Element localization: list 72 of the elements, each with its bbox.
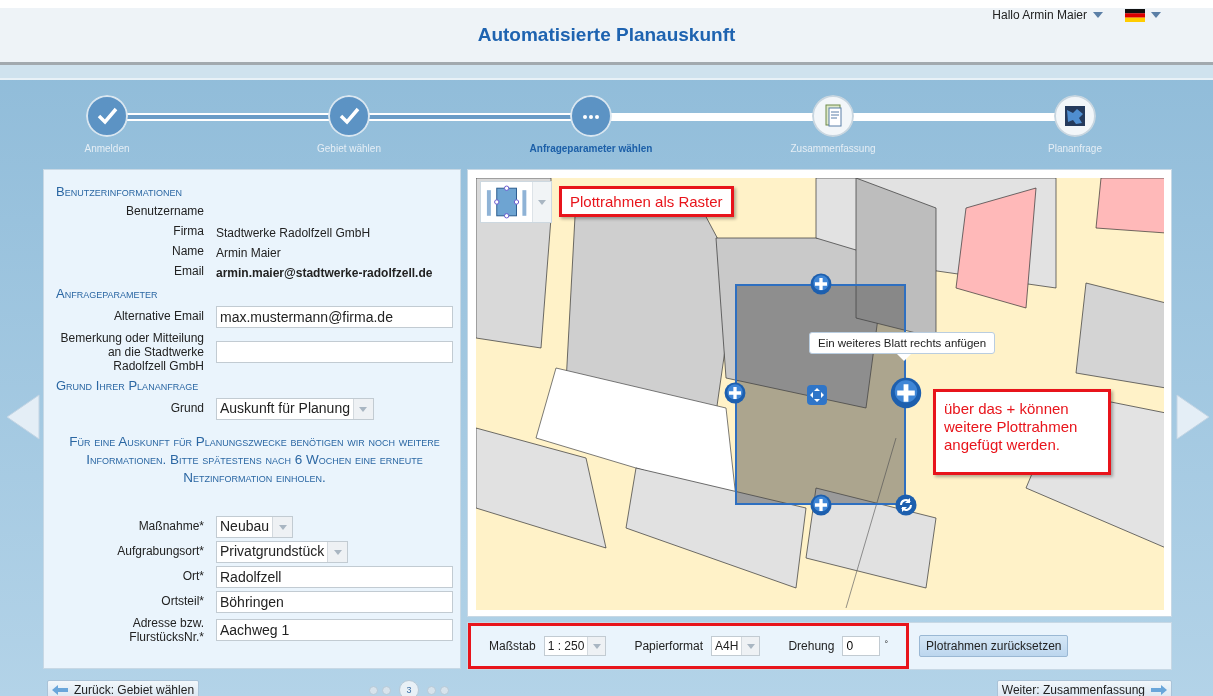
next-button[interactable]: Weiter: Zusammenfassung: [996, 680, 1172, 696]
frame-tool-button[interactable]: [480, 181, 552, 223]
dropdown[interactable]: Privatgrundstück: [216, 541, 349, 563]
input-field[interactable]: 0: [842, 636, 881, 656]
add-icon[interactable]: [724, 382, 746, 404]
caret-icon: [592, 643, 601, 649]
move-icon[interactable]: [807, 385, 827, 405]
page-title: Automatisierte Planauskunft: [477, 24, 736, 46]
field-label: Aufgrabungsort*: [116, 543, 204, 560]
field-label: Maßstab: [489, 639, 536, 653]
page-dot[interactable]: [369, 685, 379, 695]
section-heading: Grund Ihrer Plananfrage: [56, 378, 200, 393]
caret-icon: [1151, 12, 1161, 18]
callout-box: Plottrahmen als Raster: [559, 186, 734, 217]
page-dot[interactable]: 3: [399, 680, 420, 696]
field-label: Firma: [172, 224, 204, 240]
field-label: Adresse bzw. FlurstücksNr.*: [128, 616, 204, 644]
dropdown[interactable]: Auskunft für Planung: [216, 398, 374, 420]
dropdown[interactable]: Neubau: [216, 516, 294, 538]
field-label: Email: [173, 264, 204, 280]
caret-icon: [746, 643, 755, 649]
notice-text: Für eine Auskunft für Planungszwecke benötigen wir noch weitere Informationen. Bitte spätestens nach 6 Wochen eine erneute Netzinformation einholen.: [68, 433, 441, 487]
page-dot[interactable]: [382, 685, 392, 695]
field-label: Drehung: [788, 639, 835, 653]
dots-icon: [570, 95, 612, 137]
plot-frame[interactable]: [735, 284, 906, 505]
callout-box: über das + können weitere Plottrahmen angefügt werden.: [933, 389, 1111, 475]
field-label: Bemerkung oder Mitteilung an die Stadtwerke Radolfzell GmbH: [59, 331, 204, 373]
field-label: Name: [171, 244, 204, 260]
flag-icon: [1125, 8, 1145, 22]
reset-button[interactable]: Plotrahmen zurücksetzen: [919, 635, 1069, 657]
dropdown[interactable]: A4H: [711, 636, 761, 656]
field-label: Ort*: [181, 568, 204, 585]
input-field[interactable]: [216, 341, 453, 363]
caret-icon: [538, 199, 547, 205]
language-menu[interactable]: [1125, 8, 1161, 22]
field-label: Maßnahme*: [137, 518, 204, 535]
field-value: armin.maier@stadtwerke-radolfzell.de: [216, 265, 434, 280]
check-icon: [86, 95, 128, 137]
check-icon: [328, 95, 370, 137]
unit-label: °: [884, 639, 889, 649]
section-heading: Benutzerinformationen: [56, 184, 183, 199]
section-heading: Anfrageparameter: [56, 286, 159, 301]
input-field[interactable]: Aachweg 1: [216, 619, 453, 641]
back-button[interactable]: Zurück: Gebiet wählen: [47, 680, 200, 696]
add-icon[interactable]: [890, 377, 922, 409]
add-icon[interactable]: [810, 494, 832, 516]
caret-icon: [278, 524, 287, 530]
field-value: Stadtwerke Radolfzell GmbH: [216, 225, 372, 240]
caret-icon: [333, 549, 342, 555]
caret-icon: [359, 406, 368, 412]
input-field[interactable]: Böhringen: [216, 591, 453, 613]
user-menu[interactable]: Hallo Armin Maier: [992, 8, 1103, 22]
field-label: Alternative Email: [112, 308, 204, 325]
right-arrow-icon: [1151, 685, 1167, 695]
tooltip: Ein weiteres Blatt rechts anfügen: [809, 332, 996, 361]
puzzle-icon: [1054, 95, 1096, 137]
page-dot[interactable]: [440, 685, 450, 695]
document-icon: [812, 95, 854, 137]
dropdown[interactable]: 1 : 250: [543, 636, 607, 656]
page-dot[interactable]: [427, 685, 437, 695]
field-label: Benutzername: [124, 204, 204, 220]
add-icon[interactable]: [810, 273, 832, 295]
field-label: Ortsteil*: [160, 593, 204, 610]
caret-icon: [1093, 12, 1103, 18]
input-field[interactable]: Radolfzell: [216, 566, 453, 588]
field-value: Armin Maier: [216, 245, 282, 260]
field-label: Papierformat: [634, 639, 704, 653]
input-field[interactable]: max.mustermann@firma.de: [216, 306, 453, 328]
left-arrow-icon: [52, 685, 68, 695]
rotate-icon[interactable]: [895, 494, 917, 516]
field-label: Grund: [169, 400, 204, 417]
